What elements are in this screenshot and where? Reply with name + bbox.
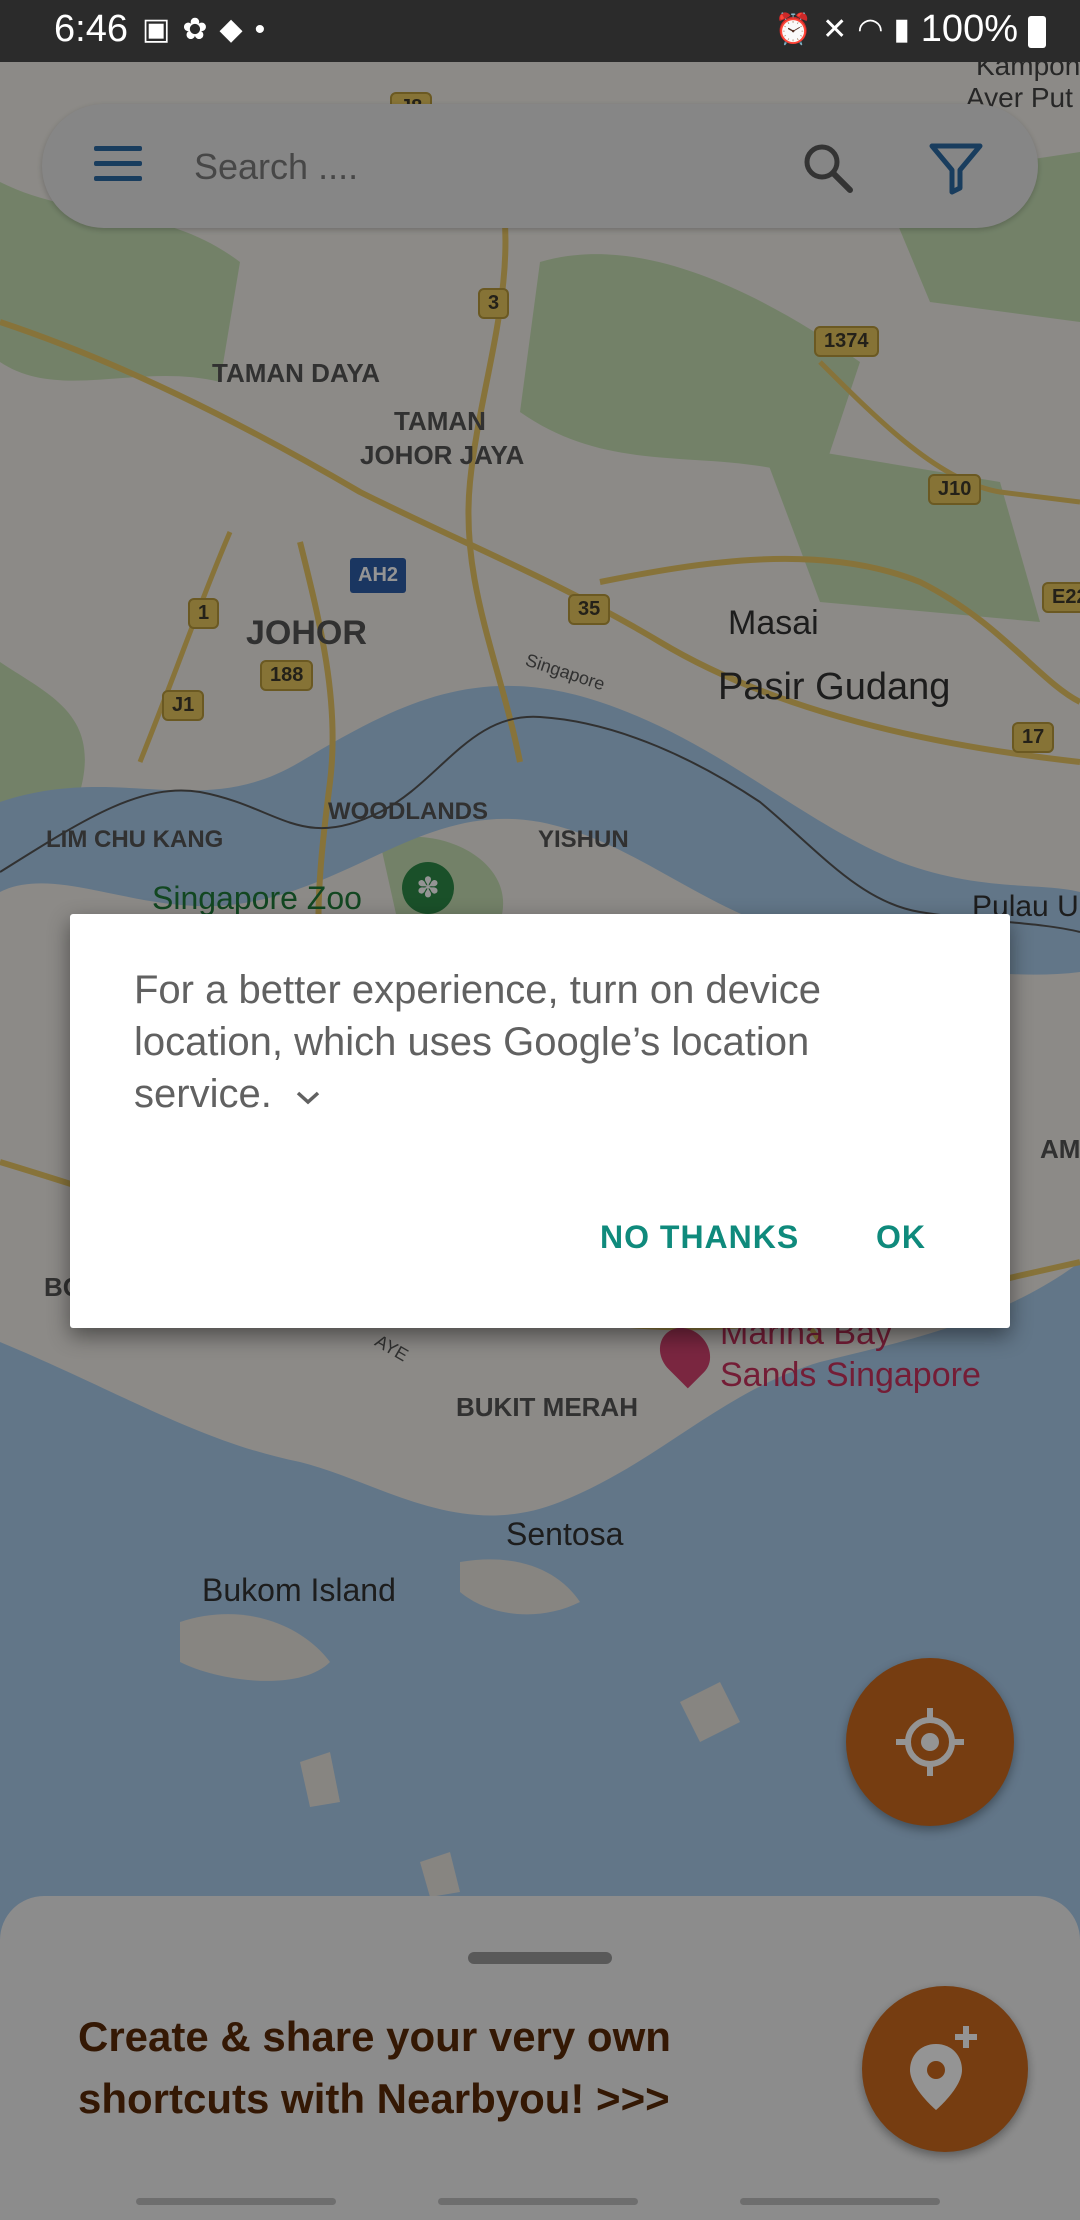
status-time: 6:46 [54, 8, 128, 50]
dialog-message-wrap: For a better experience, turn on device … [134, 964, 954, 1120]
dialog-message: For a better experience, turn on device … [134, 968, 822, 1116]
battery-percent: 100% [920, 8, 1018, 50]
status-right-icons: ⏰✕◠▮ [775, 12, 920, 47]
location-permission-dialog: For a better experience, turn on device … [70, 914, 1010, 1328]
signal-icon: ▮ [893, 13, 920, 46]
wifi-icon: ◠ [857, 13, 894, 46]
alarm-icon: ⏰ [774, 13, 823, 46]
shopping-bag-icon: ◆ [219, 13, 255, 46]
dot-icon: • [254, 13, 278, 46]
mute-icon: ✕ [822, 13, 858, 46]
no-thanks-button[interactable]: NO THANKS [594, 1218, 805, 1257]
battery-icon [1028, 16, 1046, 48]
bug-icon: ✿ [182, 13, 220, 46]
status-left-icons: ▣✿◆• [142, 12, 277, 47]
chevron-down-icon[interactable] [295, 1089, 321, 1107]
ok-button[interactable]: OK [870, 1218, 932, 1257]
status-bar: 6:46 ▣✿◆• ⏰✕◠▮ 100% [0, 0, 1080, 62]
image-icon: ▣ [142, 13, 183, 46]
